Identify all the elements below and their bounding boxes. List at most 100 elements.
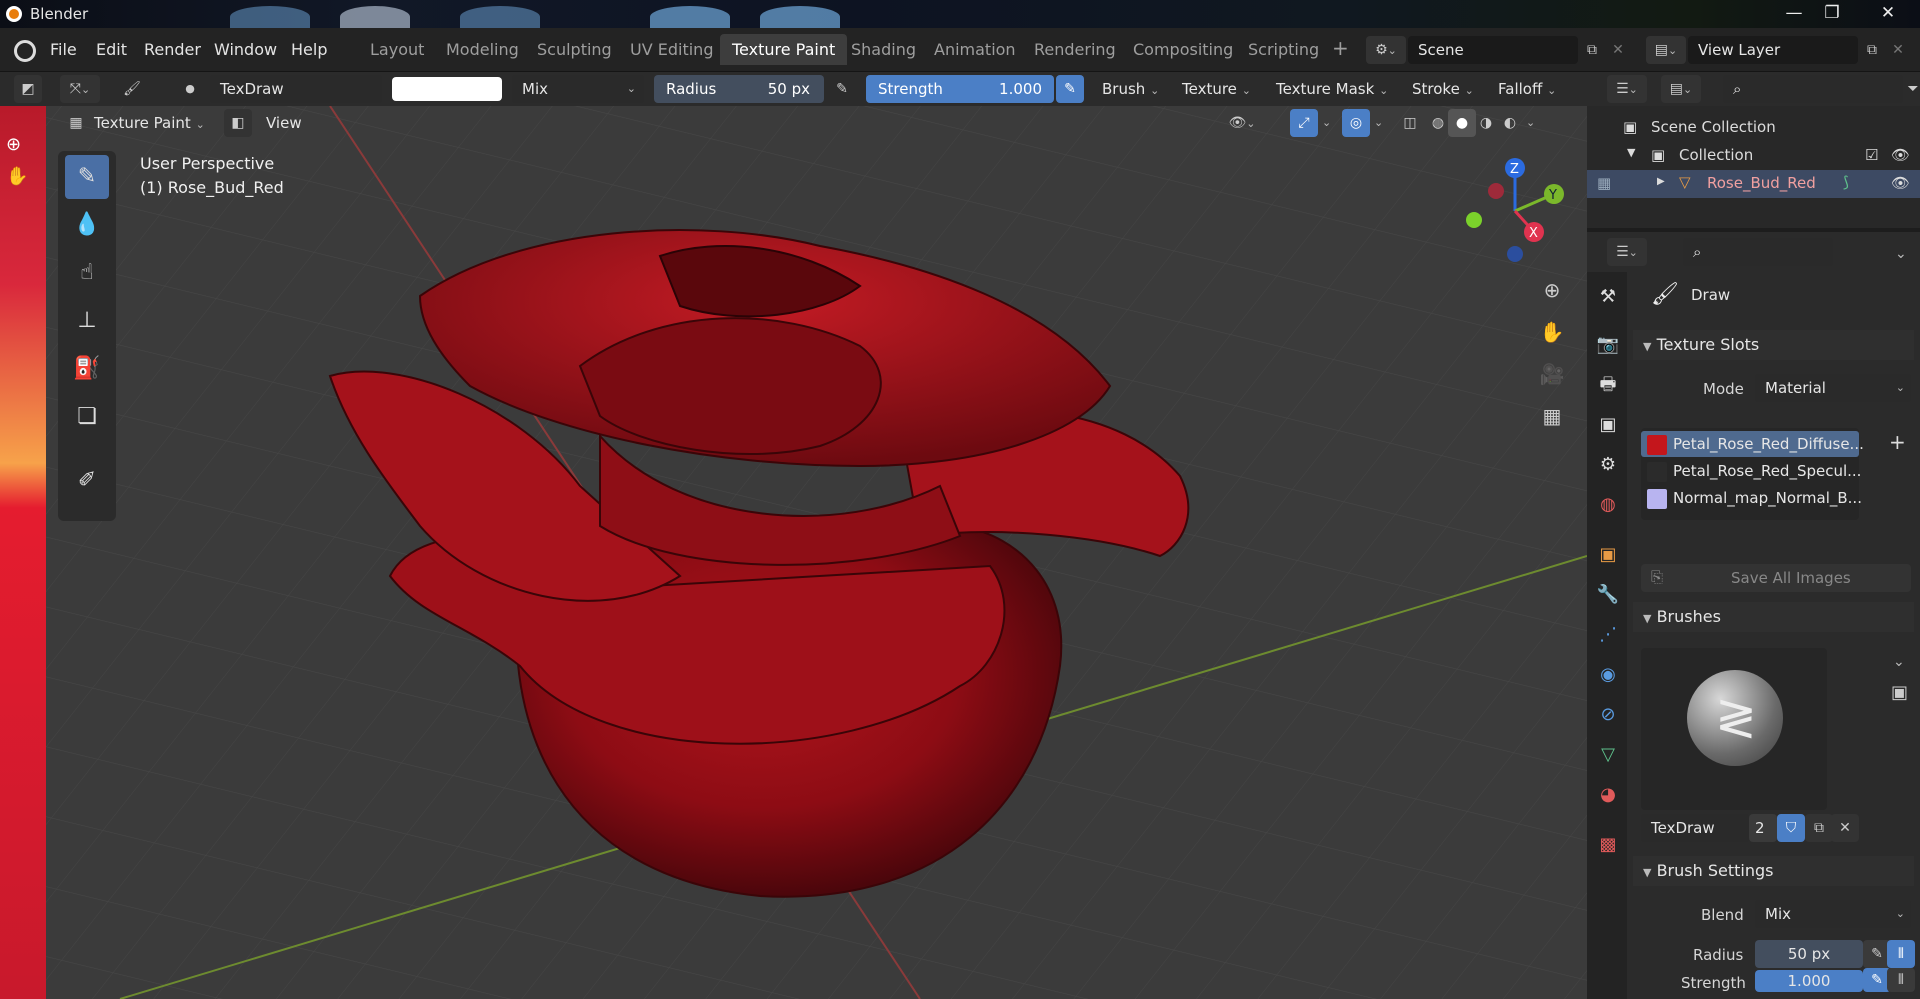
zoom-view-icon[interactable]: ⊕	[1538, 276, 1566, 304]
texture-slots-header[interactable]: ▼ Texture Slots	[1633, 330, 1914, 360]
tab-rendering[interactable]: Rendering	[1034, 40, 1116, 59]
brush-menu[interactable]: Brush ⌄	[1092, 75, 1169, 103]
render-tab-icon[interactable]: 📷	[1595, 332, 1621, 358]
view-menu[interactable]: View	[256, 109, 312, 137]
draw-tool-icon[interactable]: ✎	[65, 155, 109, 199]
texture-slot-row[interactable]: Petal_Rose_Red_Specul...	[1641, 458, 1861, 484]
overlay-icon[interactable]: ◎	[1342, 109, 1370, 137]
object-tab-icon[interactable]: ▣	[1595, 542, 1621, 568]
visibility-icon[interactable]: 👁⌄	[1222, 109, 1262, 137]
texture-mask-menu[interactable]: Texture Mask ⌄	[1266, 75, 1398, 103]
perspective-toggle-icon[interactable]: ▦	[1538, 402, 1566, 430]
tab-shading[interactable]: Shading	[851, 40, 916, 59]
material-tab-icon[interactable]: ◕	[1595, 782, 1621, 808]
radius-slider[interactable]: Radius 50 px	[654, 75, 824, 103]
brush-settings-header[interactable]: ▼ Brush Settings	[1633, 856, 1914, 886]
fill-tool-icon[interactable]: ⛽	[65, 347, 109, 391]
strength-pressure-icon[interactable]: ✎	[1056, 75, 1084, 103]
tab-modeling[interactable]: Modeling	[446, 40, 519, 59]
editor-type-icon[interactable]: ◩	[14, 75, 42, 103]
brush-list-dropdown-icon[interactable]: ⌄	[1893, 654, 1905, 670]
3d-viewport[interactable]: ⊕ ✋ ▦ Texture Paint ⌄ ◧ View 👁⌄ ⤢ ⌄ ◎ ⌄ …	[0, 106, 1587, 999]
mask-tool-icon[interactable]: ❏	[65, 395, 109, 439]
overlay-dropdown-icon[interactable]: ⌄	[1374, 116, 1383, 129]
pan-view-icon[interactable]: ✋	[1538, 318, 1566, 346]
unlink-brush-icon[interactable]: ✕	[1831, 814, 1859, 842]
scene-field[interactable]: Scene	[1408, 36, 1578, 64]
shading-dropdown-icon[interactable]: ⌄	[1526, 116, 1535, 129]
falloff-menu[interactable]: Falloff ⌄	[1488, 75, 1566, 103]
brush-color-swatch[interactable]	[392, 77, 502, 101]
menu-edit[interactable]: Edit	[96, 40, 127, 59]
properties-editor-type-icon[interactable]: ☰⌄	[1607, 238, 1647, 266]
soften-tool-icon[interactable]: 💧	[65, 203, 109, 247]
view-layer-tab-icon[interactable]: ▣	[1595, 412, 1621, 438]
menu-render[interactable]: Render	[144, 40, 201, 59]
menu-help[interactable]: Help	[291, 40, 327, 59]
data-tab-icon[interactable]: ▽	[1595, 742, 1621, 768]
expand-arrow-icon[interactable]: ▶	[1657, 176, 1665, 187]
zoom-icon[interactable]: ⊕	[6, 134, 21, 155]
radius-slider[interactable]: 50 px	[1755, 940, 1863, 968]
mask-toggle-icon[interactable]: ◧	[224, 109, 252, 137]
blend-dropdown[interactable]: Mix ⌄	[1755, 900, 1911, 928]
rendered-shading-icon[interactable]: ◐	[1496, 109, 1524, 137]
output-tab-icon[interactable]: 🖶	[1595, 372, 1621, 398]
filter-icon[interactable]: ⏷	[1905, 75, 1920, 103]
xray-icon[interactable]: ◫	[1396, 109, 1424, 137]
world-tab-icon[interactable]: ◍	[1595, 492, 1621, 518]
physics-tab-icon[interactable]: ◉	[1595, 662, 1621, 688]
texture-slot-row[interactable]: Petal_Rose_Red_Diffuse...	[1641, 431, 1864, 457]
navigation-gizmo[interactable]: Z Y X	[1460, 156, 1570, 266]
tool-selector-icon[interactable]: ⤧⌄	[60, 75, 100, 103]
radius-pressure-icon[interactable]: ✎	[828, 75, 856, 103]
menu-window[interactable]: Window	[214, 40, 277, 59]
eye-icon[interactable]: 👁	[1891, 146, 1910, 164]
outliner-editor-type-icon[interactable]: ☰⌄	[1607, 75, 1647, 103]
close-button[interactable]: ✕	[1860, 0, 1916, 28]
eye-icon[interactable]: 👁	[1891, 174, 1910, 192]
annotate-tool-icon[interactable]: ✐	[65, 459, 109, 503]
camera-view-icon[interactable]: 🎥	[1538, 360, 1566, 388]
clone-tool-icon[interactable]: ⊥	[65, 299, 109, 343]
brushes-header[interactable]: ▼ Brushes	[1633, 602, 1914, 632]
strength-slider[interactable]: Strength 1.000	[866, 75, 1054, 103]
menu-file[interactable]: File	[50, 40, 77, 59]
brush-preview-icon[interactable]: ▣	[1891, 682, 1908, 703]
tab-scripting[interactable]: Scripting	[1248, 40, 1319, 59]
properties-options-icon[interactable]: ⌄	[1895, 246, 1907, 262]
constraints-tab-icon[interactable]: ⊘	[1595, 702, 1621, 728]
tool-tab-icon[interactable]: ⚒	[1595, 284, 1621, 310]
tab-layout[interactable]: Layout	[370, 40, 424, 59]
strength-slider[interactable]: 1.000	[1755, 970, 1863, 992]
scene-tab-icon[interactable]: ⚙	[1595, 452, 1621, 478]
texture-slot-row[interactable]: Normal_map_Normal_B...	[1641, 485, 1862, 511]
new-view-layer-icon[interactable]: ⧉	[1858, 36, 1886, 64]
save-all-images-button[interactable]: ⎘ Save All Images	[1641, 564, 1911, 592]
modifier-tab-icon[interactable]: 🔧	[1595, 582, 1621, 608]
mode-dropdown[interactable]: Texture Paint ⌄	[84, 109, 215, 137]
view-layer-selector-icon[interactable]: ▤⌄	[1646, 36, 1686, 64]
brush-preview[interactable]: ≷	[1641, 648, 1827, 810]
fake-user-shield-icon[interactable]: ⛉	[1777, 814, 1805, 842]
add-slot-icon[interactable]: +	[1889, 430, 1906, 454]
outliner-scene-collection[interactable]: ▣ Scene Collection	[1587, 114, 1920, 142]
scene-selector-icon[interactable]: ⚙⌄	[1366, 36, 1406, 64]
display-mode-icon[interactable]: ▤⌄	[1661, 75, 1701, 103]
hand-icon[interactable]: ✋	[6, 166, 28, 187]
texture-tab-icon[interactable]: ▩	[1595, 832, 1621, 858]
tab-uv-editing[interactable]: UV Editing	[630, 40, 713, 59]
tab-sculpting[interactable]: Sculpting	[537, 40, 612, 59]
outliner-search-input[interactable]: ⌕	[1723, 75, 1903, 103]
gizmo-icon[interactable]: ⤢	[1290, 109, 1318, 137]
brush-users-count[interactable]: 2	[1749, 814, 1777, 842]
maximize-button[interactable]: ❐	[1812, 0, 1852, 28]
checkbox-icon[interactable]: ☑	[1865, 146, 1878, 164]
minimize-button[interactable]: —	[1774, 0, 1814, 28]
add-workspace-icon[interactable]: +	[1332, 36, 1349, 60]
mode-dropdown[interactable]: Material ⌄	[1755, 374, 1911, 402]
view-layer-field[interactable]: View Layer	[1688, 36, 1858, 64]
fake-user-icon[interactable]: ●	[176, 75, 204, 103]
delete-scene-icon[interactable]: ✕	[1604, 36, 1632, 64]
smear-tool-icon[interactable]: ☝	[65, 251, 109, 295]
